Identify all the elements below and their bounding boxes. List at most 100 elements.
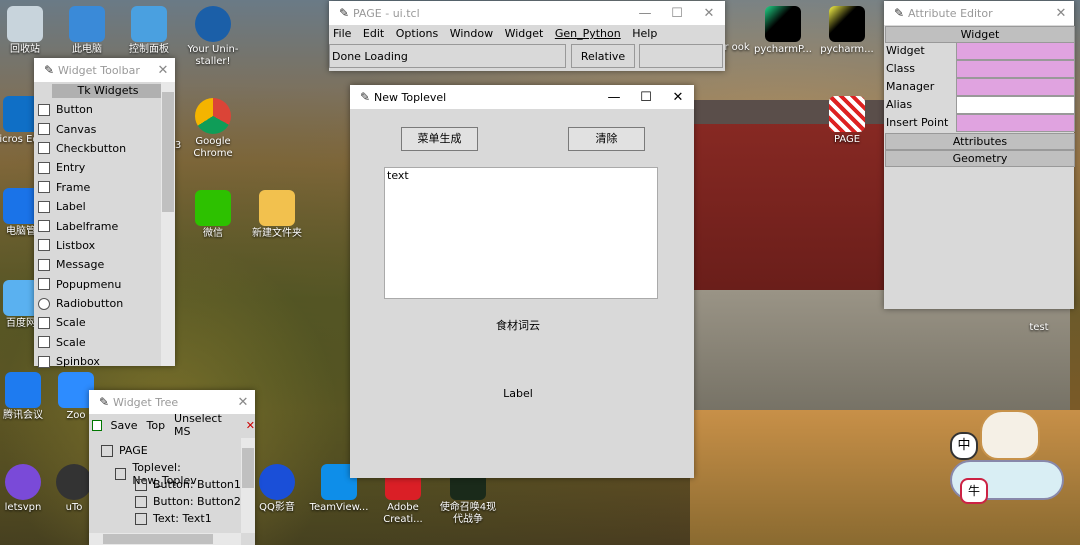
tree-node-page[interactable]: PAGE bbox=[101, 444, 148, 457]
text-widget[interactable]: text bbox=[384, 167, 658, 299]
geometry-section-header[interactable]: Geometry bbox=[885, 150, 1075, 167]
desktop-icon-pycharm-1[interactable]: pycharmP... bbox=[752, 6, 814, 56]
tree-view[interactable]: PAGE Toplevel: New_Toplev Button: Button… bbox=[89, 438, 241, 533]
tool-item-checkbutton[interactable]: Checkbutton bbox=[34, 139, 160, 158]
feather-icon: ✎ bbox=[893, 6, 905, 20]
maximize-icon[interactable]: ☐ bbox=[661, 6, 693, 21]
tree-vscrollbar[interactable] bbox=[241, 438, 255, 533]
page-app-icon bbox=[829, 96, 865, 132]
widget-toolbar-titlebar[interactable]: ✎ Widget Toolbar ✕ bbox=[34, 58, 175, 82]
toplevel-titlebar[interactable]: ✎ New Toplevel — ☐ ✕ bbox=[350, 85, 694, 109]
widget-toolbar-window[interactable]: ✎ Widget Toolbar ✕ Tk Widgets Button Can… bbox=[34, 58, 175, 368]
tool-item-button[interactable]: Button bbox=[34, 100, 160, 119]
pycharm-icon bbox=[829, 6, 865, 42]
desktop-icon-uninstaller[interactable]: Your Unin-staller! bbox=[182, 6, 244, 68]
page-main-window[interactable]: ✎ PAGE - ui.tcl — ☐ ✕ File Edit Options … bbox=[329, 1, 725, 71]
tool-item-message[interactable]: Message bbox=[34, 255, 160, 274]
tree-button-icon bbox=[135, 495, 147, 508]
alias-value-field[interactable] bbox=[956, 96, 1075, 114]
tool-item-frame[interactable]: Frame bbox=[34, 178, 160, 197]
close-icon[interactable]: ✕ bbox=[1048, 6, 1074, 21]
tool-item-labelframe[interactable]: Labelframe bbox=[34, 216, 160, 235]
scale-widget-icon bbox=[38, 336, 50, 349]
letsvpn-icon bbox=[5, 464, 41, 500]
desktop-icon-tencent-meeting[interactable]: 腾讯会议 bbox=[0, 372, 54, 422]
attr-row-manager: Manager bbox=[884, 78, 1075, 96]
toolbar-scrollbar[interactable] bbox=[161, 82, 175, 366]
widget-section-header[interactable]: Widget bbox=[885, 26, 1075, 43]
tree-hscrollbar[interactable] bbox=[89, 533, 241, 545]
close-icon[interactable]: ✕ bbox=[246, 419, 255, 432]
feather-icon: ✎ bbox=[359, 90, 371, 104]
desktop-icon-computer[interactable]: 此电脑 bbox=[56, 6, 118, 56]
widget-value-field[interactable] bbox=[956, 42, 1075, 60]
scrollbar-thumb[interactable] bbox=[103, 534, 213, 544]
message-widget-icon bbox=[38, 258, 50, 271]
desktop-icon-control-panel[interactable]: 控制面板 bbox=[118, 6, 180, 56]
menu-edit[interactable]: Edit bbox=[363, 27, 384, 40]
widget-tree-menubar: Save Top Unselect MS ✕ bbox=[89, 412, 255, 438]
clear-button[interactable]: 清除 bbox=[568, 127, 645, 151]
desktop-icon-qq-player[interactable]: QQ影音 bbox=[246, 464, 308, 514]
attribute-editor-titlebar[interactable]: ✎ Attribute Editor ✕ bbox=[884, 1, 1074, 25]
tree-node-button2[interactable]: Button: Button2 bbox=[135, 495, 241, 508]
menu-options[interactable]: Options bbox=[396, 27, 438, 40]
page-main-menubar: File Edit Options Window Widget Gen_Pyth… bbox=[329, 25, 725, 44]
tool-item-label[interactable]: Label bbox=[34, 197, 160, 216]
label-widget: Label bbox=[503, 387, 533, 400]
desktop-icon-letsvpn[interactable]: letsvpn bbox=[0, 464, 54, 514]
menu-widget[interactable]: Widget bbox=[505, 27, 544, 40]
attributes-section-header[interactable]: Attributes bbox=[885, 133, 1075, 150]
widget-tree-titlebar[interactable]: ✎ Widget Tree ✕ bbox=[89, 390, 255, 414]
close-icon[interactable]: ✕ bbox=[693, 6, 725, 21]
tk-widgets-section[interactable]: Tk Widgets bbox=[52, 84, 164, 98]
menu-file[interactable]: File bbox=[333, 27, 351, 40]
widget-tree-window[interactable]: ✎ Widget Tree ✕ Save Top Unselect MS ✕ P… bbox=[89, 390, 255, 545]
tree-node-button1[interactable]: Button: Button1 bbox=[135, 478, 241, 491]
qq-player-icon bbox=[259, 464, 295, 500]
canvas-widget-icon bbox=[38, 123, 50, 136]
tool-item-scale-2[interactable]: Scale bbox=[34, 333, 160, 352]
menu-generate-button[interactable]: 菜单生成 bbox=[401, 127, 478, 151]
desktop-icon-recycle-bin[interactable]: 回收站 bbox=[0, 6, 56, 56]
tool-item-canvas[interactable]: Canvas bbox=[34, 119, 160, 138]
desktop-icon-folder[interactable]: 新建文件夹 bbox=[246, 190, 308, 240]
tree-unselect-button[interactable]: Unselect MS bbox=[174, 412, 238, 438]
manager-value-field[interactable] bbox=[956, 78, 1075, 96]
scrollbar-thumb[interactable] bbox=[162, 92, 174, 212]
tool-item-radiobutton[interactable]: Radiobutton bbox=[34, 294, 160, 313]
desktop-icon-utorrent[interactable]: uTo bbox=[56, 464, 92, 514]
close-icon[interactable]: ✕ bbox=[231, 395, 255, 410]
maximize-icon[interactable]: ☐ bbox=[630, 90, 662, 105]
tree-save-button[interactable]: Save bbox=[110, 419, 137, 432]
tool-item-entry[interactable]: Entry bbox=[34, 158, 160, 177]
tool-item-listbox[interactable]: Listbox bbox=[34, 236, 160, 255]
scrollbar-thumb[interactable] bbox=[242, 448, 254, 488]
tool-item-popupmenu[interactable]: Popupmenu bbox=[34, 275, 160, 294]
close-icon[interactable]: ✕ bbox=[151, 63, 175, 78]
desktop-icon-chrome[interactable]: Google Chrome bbox=[182, 98, 244, 160]
attribute-editor-window[interactable]: ✎ Attribute Editor ✕ Widget Widget Class… bbox=[884, 1, 1075, 309]
labelframe-widget-icon bbox=[38, 220, 50, 233]
manager-field[interactable]: Relative bbox=[571, 44, 635, 68]
tool-item-spinbox[interactable]: Spinbox bbox=[34, 352, 160, 371]
class-value-field[interactable] bbox=[956, 60, 1075, 78]
desktop-icon-wechat[interactable]: 微信 bbox=[182, 190, 244, 240]
minimize-icon[interactable]: — bbox=[598, 90, 630, 105]
insert-point-value-field[interactable] bbox=[956, 114, 1075, 132]
menu-gen-python[interactable]: Gen_Python bbox=[555, 27, 621, 40]
page-main-titlebar[interactable]: ✎ PAGE - ui.tcl — ☐ ✕ bbox=[329, 1, 725, 25]
pycharm-icon bbox=[765, 6, 801, 42]
menu-help[interactable]: Help bbox=[632, 27, 657, 40]
desktop-icon-page[interactable]: PAGE bbox=[816, 96, 878, 146]
attr-row-alias: Alias bbox=[884, 96, 1075, 114]
desktop-icon-pycharm-2[interactable]: pycharm... bbox=[816, 6, 878, 56]
minimize-icon[interactable]: — bbox=[629, 6, 661, 21]
tree-top-button[interactable]: Top bbox=[146, 419, 165, 432]
new-toplevel-window[interactable]: ✎ New Toplevel — ☐ ✕ 菜单生成 清除 text 食材词云 L… bbox=[350, 85, 694, 478]
desktop-icon-test[interactable]: test bbox=[1008, 322, 1070, 334]
close-icon[interactable]: ✕ bbox=[662, 90, 694, 105]
tree-node-text1[interactable]: Text: Text1 bbox=[135, 512, 212, 525]
menu-window[interactable]: Window bbox=[450, 27, 493, 40]
tool-item-scale[interactable]: Scale bbox=[34, 313, 160, 332]
